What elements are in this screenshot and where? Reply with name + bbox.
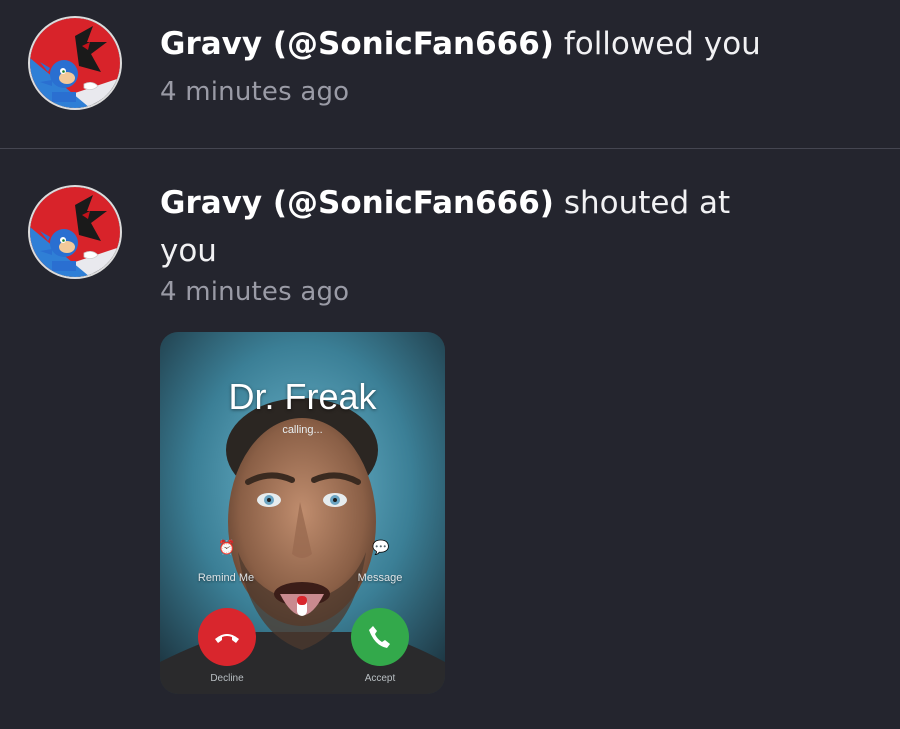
call-status: calling... (282, 424, 323, 436)
timestamp: 4 minutes ago (160, 277, 350, 307)
caller-name: Dr. Freak (228, 376, 377, 417)
decline-button (198, 608, 256, 666)
timestamp: 4 minutes ago (160, 77, 350, 107)
notification-text: Gravy (@SonicFan666) followed you (160, 20, 800, 68)
decline-label: Decline (210, 673, 244, 684)
notification-follow[interactable]: Gravy (@SonicFan666) followed you 4 minu… (0, 0, 900, 148)
avatar-image (30, 187, 120, 277)
alarm-clock-icon: ⏰ (218, 540, 236, 556)
notification-text: Gravy (@SonicFan666) shouted at you (160, 179, 760, 275)
user-avatar[interactable] (28, 185, 122, 279)
avatar-image (30, 18, 120, 108)
accept-button (351, 608, 409, 666)
notification-action: followed you (563, 26, 761, 62)
username-link[interactable]: Gravy (@SonicFan666) (160, 26, 554, 62)
notification-shout[interactable]: Gravy (@SonicFan666) shouted at you 4 mi… (0, 149, 900, 729)
shout-image-attachment[interactable]: Dr. Freak calling... ⏰ Remind Me 💬 Messa… (160, 332, 445, 694)
username-link[interactable]: Gravy (@SonicFan666) (160, 185, 554, 221)
phone-hangup-icon (215, 634, 239, 643)
user-avatar[interactable] (28, 16, 122, 110)
message-label: Message (357, 572, 403, 584)
speech-bubble-icon: 💬 (372, 540, 390, 556)
phone-icon (369, 626, 390, 648)
remind-me-label: Remind Me (197, 572, 255, 584)
accept-label: Accept (364, 673, 396, 684)
